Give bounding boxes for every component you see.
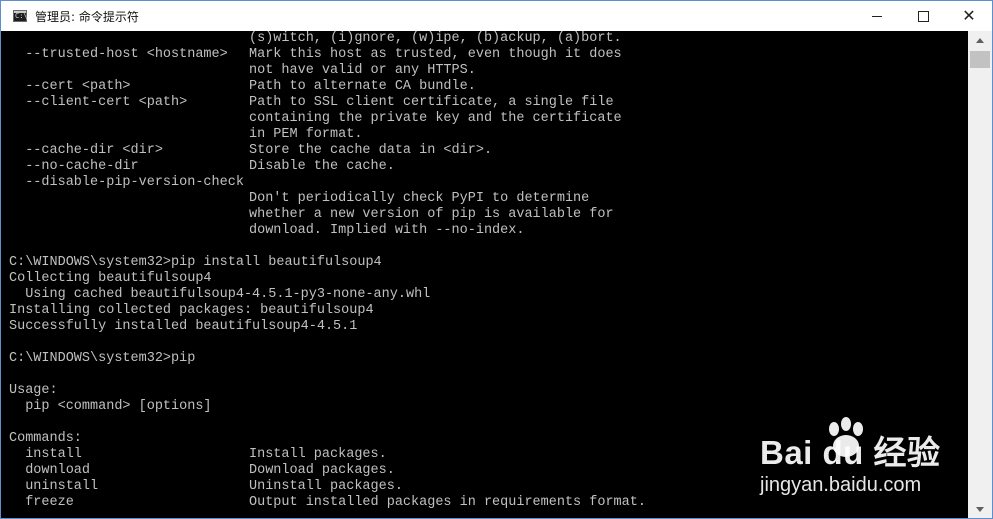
maximize-button[interactable]: [900, 1, 946, 31]
window-title: 管理员: 命令提示符: [35, 9, 139, 24]
console-line: download. Implied with --no-index.: [1, 223, 968, 239]
console-line: whether a new version of pip is availabl…: [1, 207, 968, 223]
console-line-description: Don't periodically check PyPI to determi…: [249, 191, 590, 206]
console-line-description: Path to alternate CA bundle.: [249, 79, 476, 94]
console-line-description: in PEM format.: [249, 127, 363, 142]
console-line: --disable-pip-version-check: [1, 175, 968, 191]
console-line-command: Collecting beautifulsoup4: [9, 271, 212, 286]
title-bar[interactable]: C:\ 管理员: 命令提示符 ✕: [1, 1, 992, 31]
console-line-description: Path to SSL client certificate, a single…: [249, 95, 614, 110]
console-line-description: download. Implied with --no-index.: [249, 223, 525, 238]
console-line: download Download packages.: [1, 463, 968, 479]
console-line-command: freeze: [9, 495, 74, 510]
maximize-icon: [917, 10, 929, 22]
scroll-up-button[interactable]: [968, 31, 992, 49]
console-line-command: --cache-dir <dir>: [9, 143, 163, 158]
minimize-button[interactable]: [854, 1, 900, 31]
console-line-description: Install packages.: [249, 447, 387, 462]
console-line: in PEM format.: [1, 127, 968, 143]
arrow-up-icon: [976, 37, 984, 43]
console-line-command: --disable-pip-version-check: [9, 175, 244, 190]
console-line: Using cached beautifulsoup4-4.5.1-py3-no…: [1, 287, 968, 303]
arrow-down-icon: [976, 506, 984, 512]
console-line-description: Output installed packages in requirement…: [249, 495, 646, 510]
console-line-command: Successfully installed beautifulsoup4-4.…: [9, 319, 358, 334]
console-line-command: --cert <path>: [9, 79, 131, 94]
console-line: --cert <path> Path to alternate CA bundle…: [1, 79, 968, 95]
window-controls: ✕: [854, 1, 992, 31]
console-line-command: Usage:: [9, 383, 58, 398]
console-line: pip <command> [options]: [1, 399, 968, 415]
console-line-command: Commands:: [9, 431, 82, 446]
console-line-command: download: [9, 463, 91, 478]
console-line: Don't periodically check PyPI to determi…: [1, 191, 968, 207]
close-icon: ✕: [962, 6, 976, 25]
console-line-description: whether a new version of pip is availabl…: [249, 207, 614, 222]
console-line-description: not have valid or any HTTPS.: [249, 63, 476, 78]
console-line-command: pip <command> [options]: [9, 399, 212, 414]
console-line-command: --no-cache-dir: [9, 159, 139, 174]
console-line: install Install packages.: [1, 447, 968, 463]
console-line: --client-cert <path> Path to SSL client c…: [1, 95, 968, 111]
close-button[interactable]: ✕: [946, 1, 992, 31]
console-line: C:\WINDOWS\system32>pip: [1, 351, 968, 367]
console-line-command: uninstall: [9, 479, 99, 494]
console-line: C:\WINDOWS\system32>pip install beautifu…: [1, 255, 968, 271]
console-line: not have valid or any HTTPS.: [1, 63, 968, 79]
vertical-scrollbar[interactable]: [968, 31, 992, 518]
console-line: Commands:: [1, 431, 968, 447]
console-line-command: install: [9, 447, 82, 462]
minimize-icon: [872, 15, 882, 17]
console-line: Collecting beautifulsoup4: [1, 271, 968, 287]
console-line: containing the private key and the certi…: [1, 111, 968, 127]
console-line: (s)witch, (i)gnore, (w)ipe, (b)ackup, (a…: [1, 31, 968, 47]
console-line-command: C:\WINDOWS\system32>pip: [9, 351, 196, 366]
console-line-description: Mark this host as trusted, even though i…: [249, 47, 622, 62]
scroll-down-button[interactable]: [968, 500, 992, 518]
console-line-description: containing the private key and the certi…: [249, 111, 622, 126]
cmd-icon: C:\: [13, 10, 28, 22]
console-line-command: Installing collected packages: beautiful…: [9, 303, 374, 318]
console-line: freeze Output installed packages in requi…: [1, 495, 968, 511]
console-line-description: Uninstall packages.: [249, 479, 403, 494]
console-line: Successfully installed beautifulsoup4-4.…: [1, 319, 968, 335]
command-prompt-window: C:\ 管理员: 命令提示符 ✕ (s)witch, (i)gnore, (w)…: [0, 0, 993, 519]
console-line: Usage:: [1, 383, 968, 399]
console-line-description: (s)witch, (i)gnore, (w)ipe, (b)ackup, (a…: [249, 31, 622, 46]
console-line-description: Store the cache data in <dir>.: [249, 143, 493, 158]
console-line-command: --client-cert <path>: [9, 95, 188, 110]
console-line: --no-cache-dir Disable the cache.: [1, 159, 968, 175]
console-line: Installing collected packages: beautiful…: [1, 303, 968, 319]
console-line-command: --trusted-host <hostname>: [9, 47, 228, 62]
console-line: --cache-dir <dir> Store the cache data in…: [1, 143, 968, 159]
console-line: --trusted-host <hostname> Mark this host …: [1, 47, 968, 63]
scrollbar-thumb[interactable]: [970, 51, 990, 68]
console-output[interactable]: (s)witch, (i)gnore, (w)ipe, (b)ackup, (a…: [1, 31, 968, 518]
console-line-description: Download packages.: [249, 463, 395, 478]
console-line: uninstall Uninstall packages.: [1, 479, 968, 495]
console-line-command: C:\WINDOWS\system32>pip install beautifu…: [9, 255, 382, 270]
console-line-command: Using cached beautifulsoup4-4.5.1-py3-no…: [9, 287, 431, 302]
console-line-description: Disable the cache.: [249, 159, 395, 174]
